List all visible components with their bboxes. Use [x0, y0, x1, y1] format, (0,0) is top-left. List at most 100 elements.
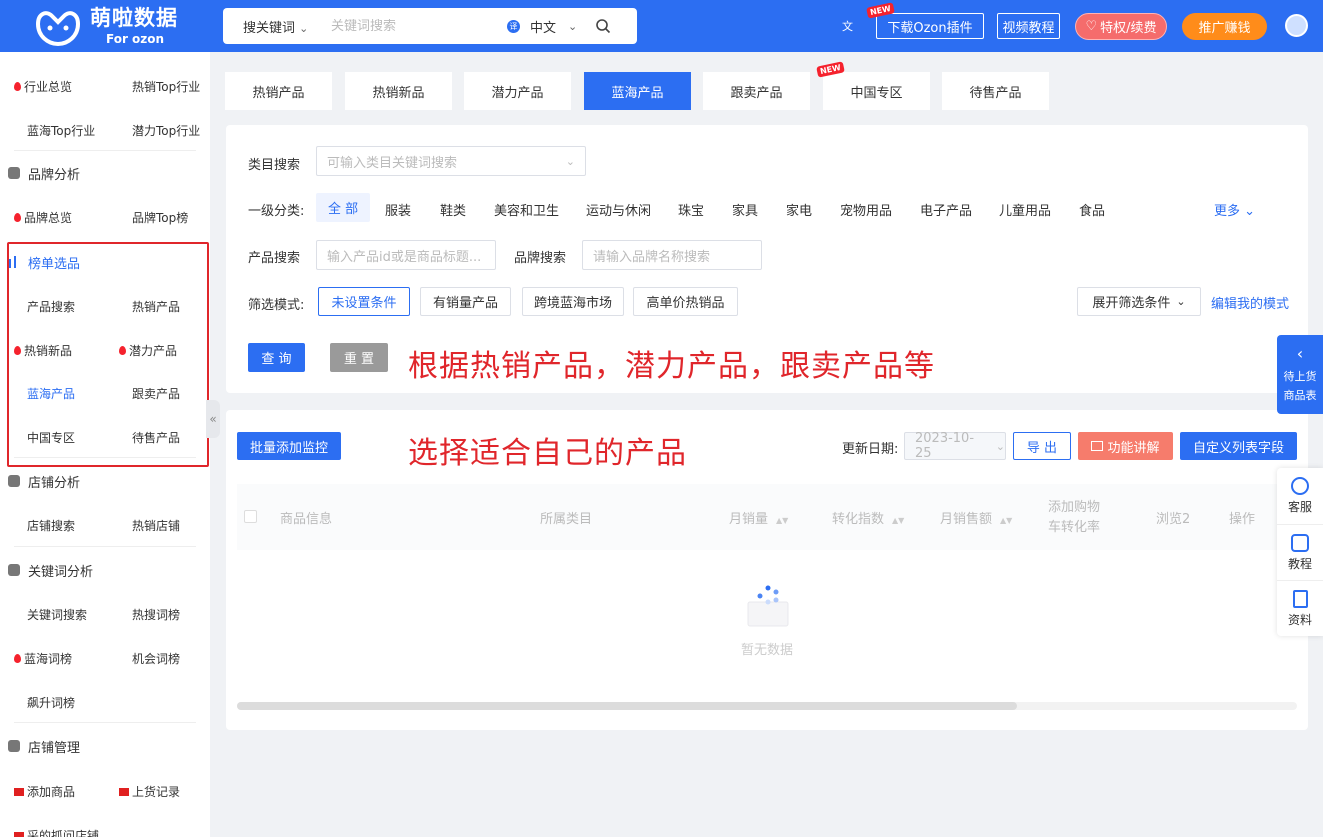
mode-has-sales[interactable]: 有销量产品	[420, 287, 511, 316]
tab-potential-products[interactable]: 潜力产品	[464, 72, 571, 110]
promote-button[interactable]: 推广赚钱	[1182, 13, 1267, 40]
pending-upload-float[interactable]: ‹ 待上货 商品表	[1277, 335, 1323, 414]
scrollbar-thumb[interactable]	[237, 702, 1017, 710]
level1-label: 一级分类:	[248, 204, 305, 219]
customer-service-button[interactable]: 客服	[1277, 468, 1323, 524]
sidebar-item-opportunity-words[interactable]: 机会词榜	[132, 650, 180, 667]
tab-label: 热销产品	[252, 85, 305, 101]
tab-blue-products[interactable]: 蓝海产品	[584, 72, 691, 110]
category-search-input[interactable]: 可输入类目关键词搜索 ⌄	[316, 146, 586, 176]
more-categories-button[interactable]: 更多 ⌄	[1214, 200, 1255, 219]
batch-monitor-button[interactable]: 批量添加监控	[237, 432, 341, 460]
sidebar-item-label: 上货记录	[132, 785, 181, 799]
select-all-checkbox[interactable]	[244, 510, 257, 523]
language-label: 中文	[530, 20, 557, 36]
category-food[interactable]: 食品	[1079, 200, 1105, 219]
sidebar-group-store[interactable]: 店铺分析	[0, 459, 210, 503]
category-beauty[interactable]: 美容和卫生	[494, 200, 559, 219]
column-monthly-revenue[interactable]: 月销售额 ▲▼	[940, 508, 1012, 527]
mode-label-text: 有销量产品	[432, 296, 498, 311]
expand-filters-button[interactable]: 展开筛选条件 ⌄	[1077, 287, 1201, 316]
sidebar-item-blue-top-industry[interactable]: 蓝海Top行业	[27, 122, 95, 139]
mode-no-condition[interactable]: 未设置条件	[318, 287, 410, 316]
category-clothing[interactable]: 服装	[385, 200, 411, 219]
mode-high-price-hot[interactable]: 高单价热销品	[633, 287, 738, 316]
brand-search-placeholder: 请输入品牌名称搜索	[593, 249, 711, 265]
category-pet[interactable]: 宠物用品	[840, 200, 892, 219]
reset-button[interactable]: 重 置	[330, 343, 388, 372]
sidebar-item-brand-overview[interactable]: 品牌总览	[14, 209, 72, 226]
ozon-icon	[119, 787, 129, 796]
category-sports[interactable]: 运动与休闲	[586, 200, 651, 219]
search-input[interactable]	[331, 18, 501, 34]
sidebar-item-hot-top-industry[interactable]: 热销Top行业	[132, 78, 200, 95]
sidebar-group-store-management[interactable]: 店铺管理	[0, 724, 210, 768]
query-button[interactable]: 查 询	[248, 343, 305, 372]
sidebar-group-label: 品牌分析	[28, 167, 81, 183]
privilege-button[interactable]: ♡ 特权/续费	[1075, 13, 1167, 40]
svg-text:文: 文	[842, 19, 853, 33]
sidebar-item-brand-top[interactable]: 品牌Top榜	[132, 209, 188, 226]
video-tutorial-button[interactable]: 视频教程	[997, 13, 1060, 39]
mode-cross-border-blue[interactable]: 跨境蓝海市场	[522, 287, 624, 316]
category-kids[interactable]: 儿童用品	[999, 200, 1051, 219]
horizontal-scrollbar[interactable]	[237, 702, 1297, 710]
sidebar-item-label: 采的抓问店铺	[27, 829, 100, 837]
update-date-value: 2023-10-25	[915, 431, 975, 461]
sidebar-item-label: 关键词搜索	[27, 608, 88, 622]
sidebar-group-keyword[interactable]: 关键词分析	[0, 548, 210, 592]
search-type-select[interactable]: 搜关键词 ⌄	[243, 17, 331, 36]
edit-mode-link[interactable]: 编辑我的模式	[1211, 293, 1289, 312]
sidebar-item-industry-overview[interactable]: 行业总览	[14, 78, 72, 95]
tutorial-label: 教程	[1287, 556, 1312, 571]
search-icon[interactable]	[595, 18, 611, 34]
sidebar-item-upload-record[interactable]: 上货记录	[119, 783, 180, 800]
category-furniture[interactable]: 家具	[732, 200, 758, 219]
category-jewelry[interactable]: 珠宝	[678, 200, 704, 219]
category-appliances[interactable]: 家电	[786, 200, 812, 219]
brand-search-input[interactable]: 请输入品牌名称搜索	[582, 240, 762, 270]
custom-columns-label: 自定义列表字段	[1192, 440, 1284, 456]
sidebar-item-label: 热销店铺	[132, 519, 181, 533]
query-label: 查 询	[261, 352, 292, 367]
sidebar-item-blue-words[interactable]: 蓝海词榜	[14, 650, 72, 667]
custom-columns-button[interactable]: 自定义列表字段	[1180, 432, 1297, 460]
sidebar-group-label: 关键词分析	[28, 564, 94, 580]
column-monthly-sales[interactable]: 月销量 ▲▼	[729, 508, 788, 527]
sidebar-collapse-handle[interactable]: «	[206, 400, 220, 438]
column-conversion-index[interactable]: 转化指数 ▲▼	[832, 508, 904, 527]
feature-explain-button[interactable]: 功能讲解	[1078, 432, 1173, 460]
product-search-input[interactable]: 输入产品id或是商品标题...	[316, 240, 496, 270]
sidebar-item-keyword-search[interactable]: 关键词搜索	[27, 606, 87, 623]
category-shoes[interactable]: 鞋类	[440, 200, 466, 219]
sidebar-item-store-search[interactable]: 店铺搜索	[27, 517, 75, 534]
category-electronics[interactable]: 电子产品	[920, 200, 972, 219]
update-date-picker[interactable]: 2023-10-25 ⌄	[904, 431, 1006, 461]
avatar[interactable]	[1285, 14, 1308, 37]
tab-china-zone[interactable]: 中国专区 NEW	[816, 61, 930, 110]
sidebar-item-cut-off[interactable]: 采的抓问店铺	[14, 827, 99, 837]
sidebar-item-hot-stores[interactable]: 热销店铺	[132, 517, 180, 534]
sidebar-item-label: 蓝海词榜	[24, 652, 73, 666]
category-all[interactable]: 全 部	[316, 193, 371, 222]
language-select[interactable]: 译 中文 ⌄	[507, 17, 577, 36]
logo[interactable]: 萌啦数据 For ozon	[34, 6, 178, 46]
translate-icon[interactable]: 文	[842, 19, 856, 33]
tutorial-button[interactable]: 教程	[1277, 524, 1323, 580]
sidebar-item-hot-search-words[interactable]: 热搜词榜	[132, 606, 180, 623]
global-search: 搜关键词 ⌄ 译 中文 ⌄	[223, 8, 637, 44]
export-button[interactable]: 导 出	[1013, 432, 1071, 460]
tab-label: 跟卖产品	[730, 85, 783, 101]
tab-follow-products[interactable]: 跟卖产品	[703, 72, 810, 110]
materials-button[interactable]: 资料	[1277, 580, 1323, 636]
tab-hot-products[interactable]: 热销产品	[225, 72, 332, 110]
headset-icon	[1291, 477, 1309, 495]
tab-hot-new[interactable]: 热销新品	[345, 72, 452, 110]
download-plugin-button[interactable]: 下载Ozon插件 NEW	[866, 2, 984, 39]
sidebar-item-rising-words[interactable]: 飙升词榜	[27, 694, 75, 711]
sidebar-group-brand[interactable]: 品牌分析	[0, 151, 210, 195]
sidebar-item-label: 热搜词榜	[132, 608, 181, 622]
sidebar-item-potential-top-industry[interactable]: 潜力Top行业	[132, 122, 200, 139]
tab-pending-products[interactable]: 待售产品	[942, 72, 1049, 110]
sidebar-item-add-product[interactable]: 添加商品	[14, 783, 75, 800]
